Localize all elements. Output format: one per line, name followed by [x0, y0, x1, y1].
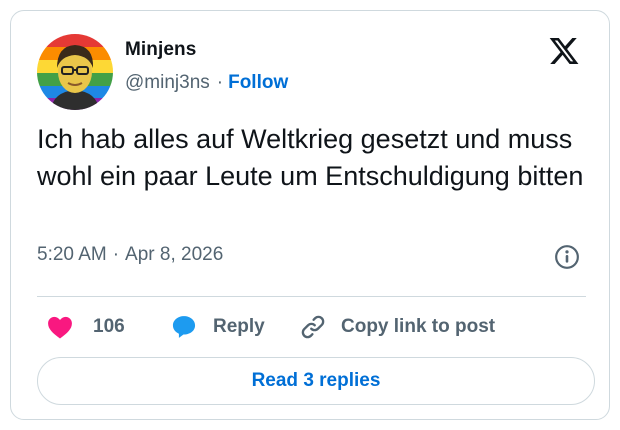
author-avatar[interactable] — [37, 34, 113, 110]
embedded-post-card: Minjens @minj3ns · Follow Ich hab alles au… — [10, 10, 610, 420]
heart-icon — [48, 316, 72, 339]
author-handle-row: @minj3ns · Follow — [125, 72, 288, 94]
post-time[interactable]: 5:20 AM — [37, 244, 107, 265]
link-icon — [301, 315, 325, 339]
author-display-name[interactable]: Minjens — [125, 39, 196, 61]
copy-link-label: Copy link to post — [341, 316, 496, 337]
follow-link[interactable]: Follow — [228, 72, 288, 93]
divider — [37, 296, 586, 297]
speech-bubble-icon — [172, 316, 196, 338]
handle-separator: · — [216, 72, 224, 93]
post-timestamp[interactable]: 5:20 AM · Apr 8, 2026 — [37, 244, 223, 266]
like-count: 106 — [93, 316, 125, 337]
post-text: Ich hab alles auf Weltkrieg gesetzt und … — [37, 124, 584, 191]
reply-button[interactable]: Reply — [171, 309, 265, 345]
read-replies-button[interactable]: Read 3 replies — [37, 357, 595, 405]
copy-link-button[interactable]: Copy link to post — [299, 309, 495, 345]
avatar-image — [37, 34, 113, 110]
post-date[interactable]: Apr 8, 2026 — [125, 244, 223, 265]
like-button[interactable]: 106 — [47, 309, 125, 345]
timestamp-separator: · — [112, 244, 120, 265]
x-logo-icon[interactable] — [547, 35, 581, 67]
reply-label: Reply — [213, 316, 265, 337]
info-icon[interactable] — [554, 244, 580, 270]
read-replies-label: Read 3 replies — [251, 370, 381, 391]
author-handle[interactable]: @minj3ns — [125, 72, 210, 93]
action-bar: 106 Reply Copy link to post — [37, 309, 597, 345]
